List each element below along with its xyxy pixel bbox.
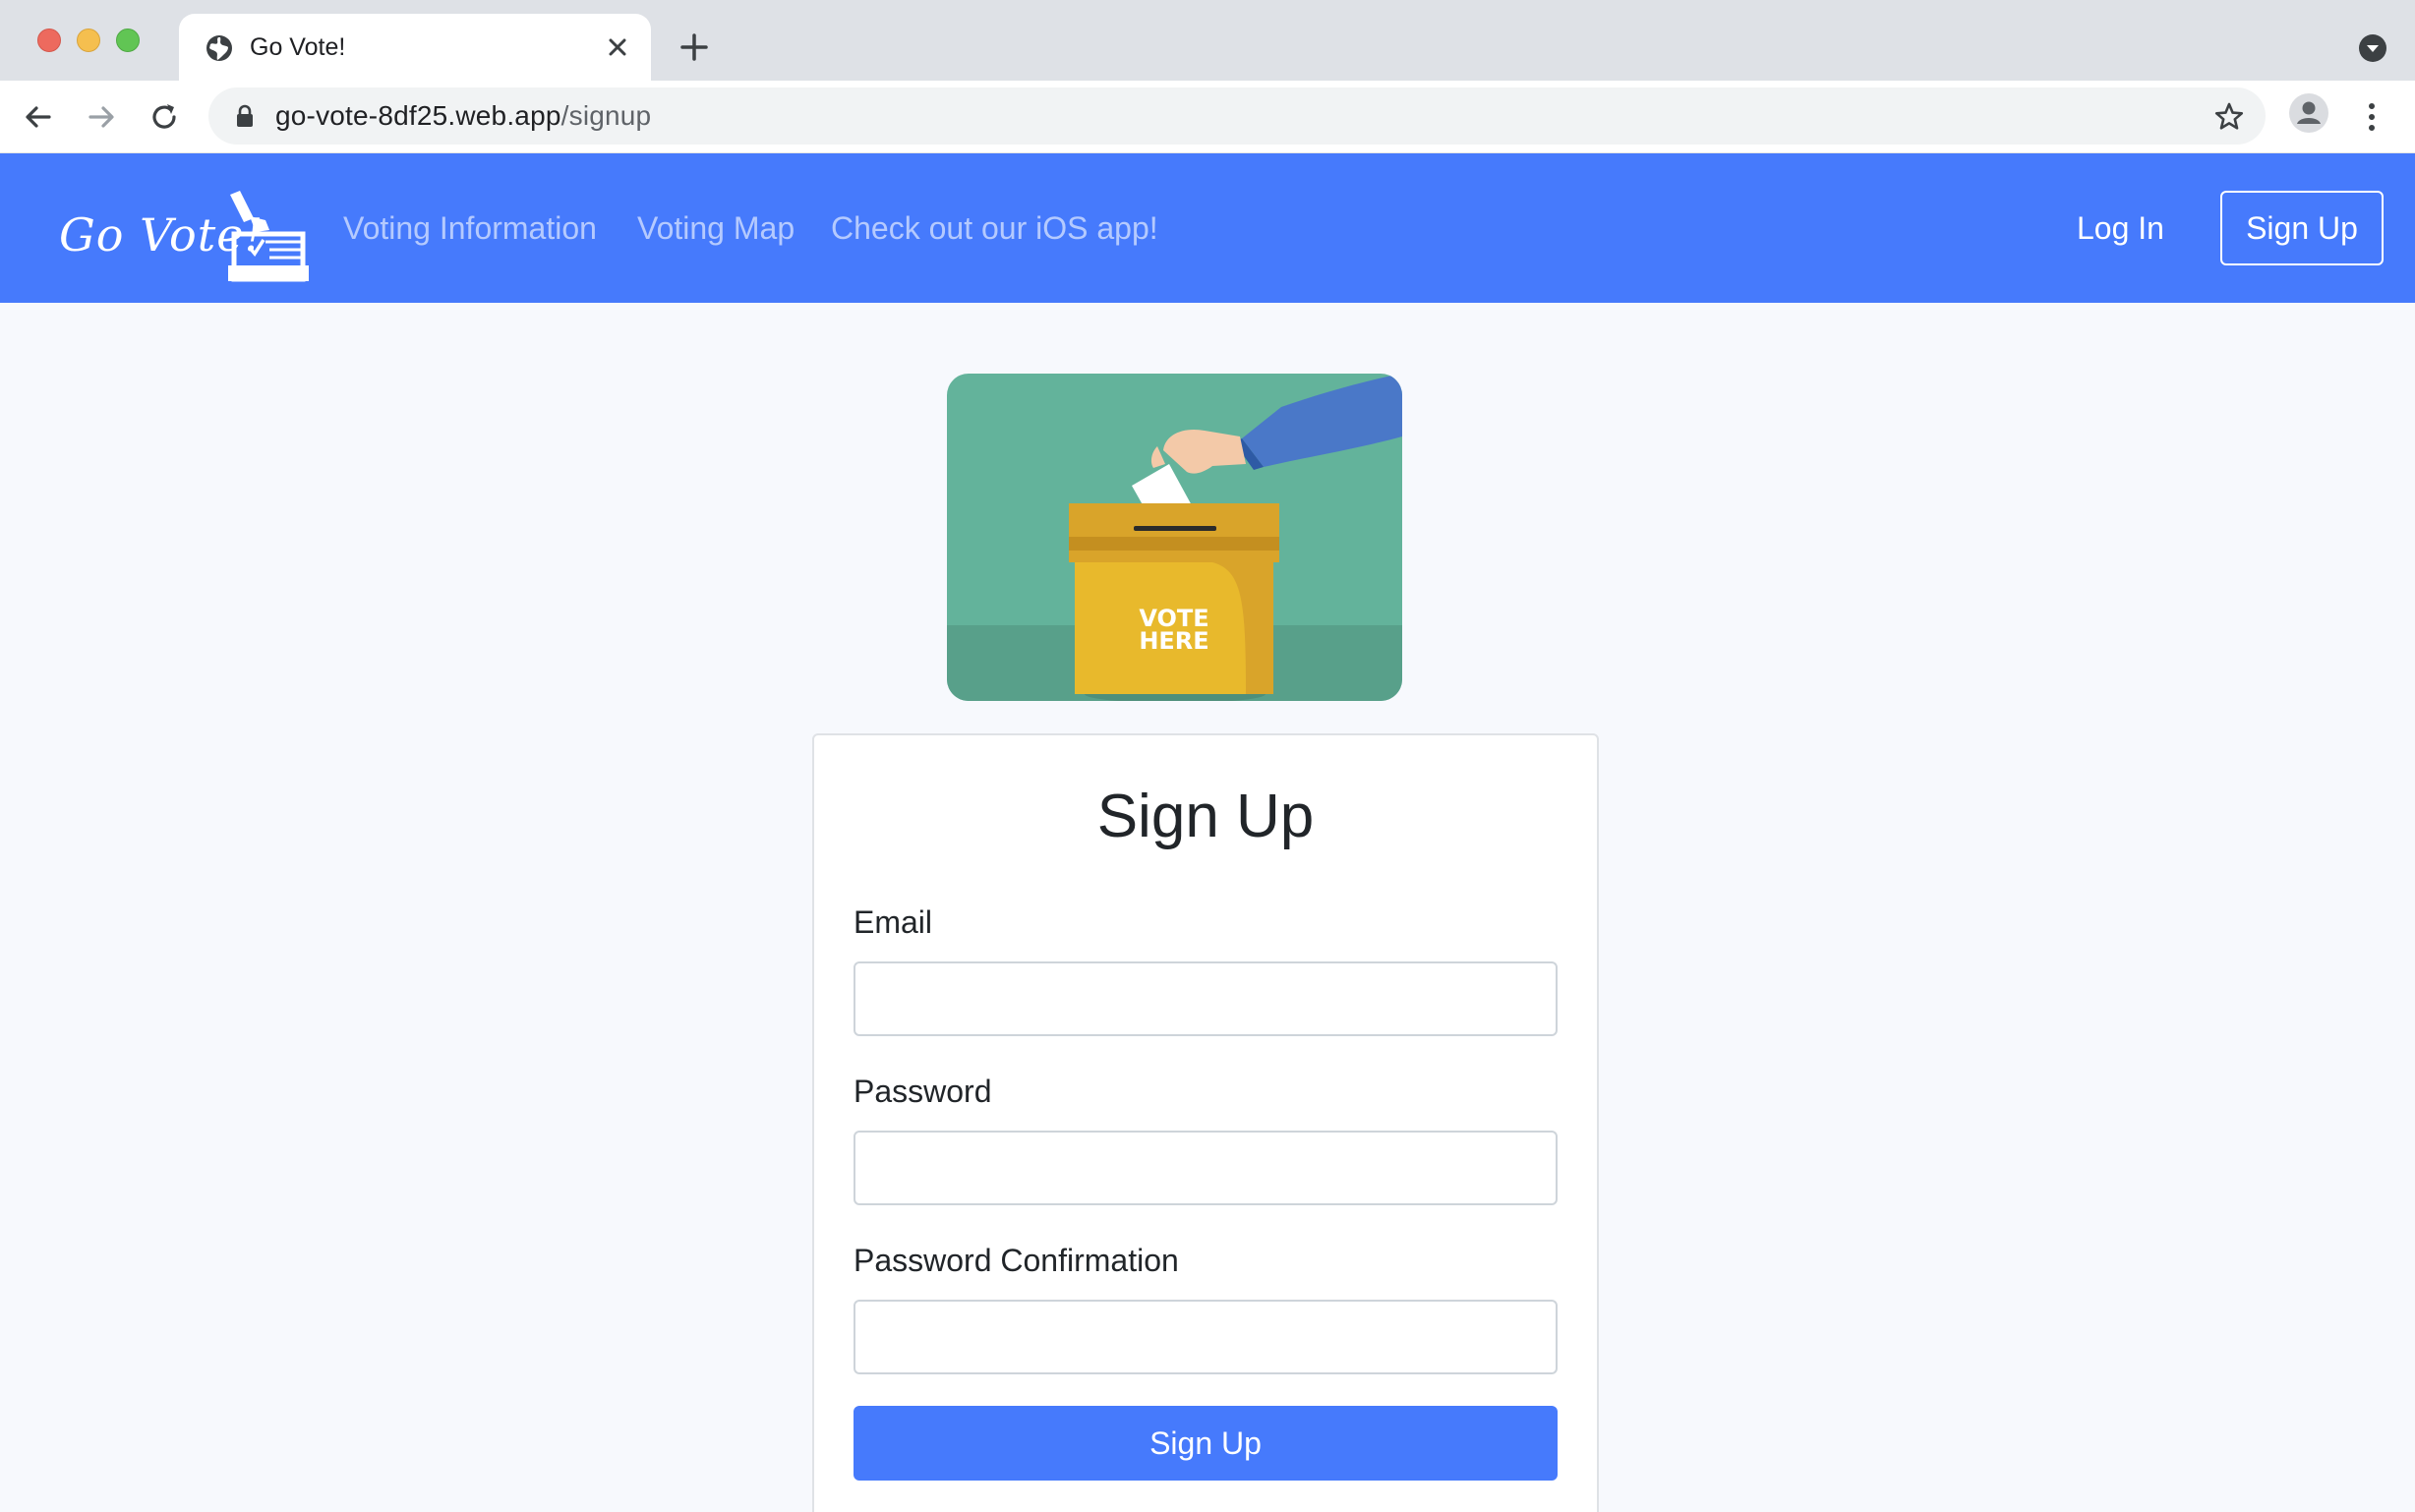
tab-search-icon[interactable] — [2358, 33, 2387, 63]
profile-avatar-icon[interactable] — [2287, 91, 2330, 135]
browser-menu-icon[interactable] — [2356, 97, 2387, 137]
login-link[interactable]: Log In — [2077, 208, 2164, 248]
reload-icon[interactable] — [146, 98, 183, 136]
email-field[interactable] — [854, 961, 1558, 1036]
minimize-window-button[interactable] — [77, 29, 100, 52]
new-tab-icon[interactable] — [678, 31, 710, 63]
nav-signup-button[interactable]: Sign Up — [2220, 191, 2384, 265]
back-arrow-icon[interactable] — [20, 98, 57, 136]
maximize-window-button[interactable] — [116, 29, 140, 52]
site-navbar: Go Vote! Voting Information Voting Map C… — [0, 153, 2415, 303]
email-label: Email — [854, 904, 933, 940]
vote-box-text-line2: HERE — [1139, 627, 1208, 655]
signup-submit-button[interactable]: Sign Up — [854, 1406, 1558, 1481]
password-field[interactable] — [854, 1131, 1558, 1205]
url-host: go-vote-8df25.web.app — [275, 100, 561, 131]
close-tab-icon[interactable] — [604, 33, 631, 61]
bookmark-star-icon[interactable] — [2212, 100, 2246, 134]
vote-illustration: VOTE HERE — [947, 374, 1402, 701]
address-bar[interactable]: go-vote-8df25.web.app/signup — [208, 87, 2266, 145]
browser-tab[interactable]: Go Vote! — [179, 14, 651, 81]
password-confirmation-field[interactable] — [854, 1300, 1558, 1374]
brand-link[interactable]: Go Vote! — [59, 189, 315, 282]
ballot-box-illustration: VOTE HERE — [947, 374, 1402, 701]
nav-link-voting-map[interactable]: Voting Map — [637, 208, 795, 248]
globe-icon — [206, 35, 232, 61]
signup-card: Sign Up Email Password Password Confirma… — [812, 733, 1599, 1512]
url-text[interactable]: go-vote-8df25.web.app/signup — [275, 100, 651, 132]
url-path: /signup — [560, 100, 652, 131]
browser-tab-strip: Go Vote! — [0, 0, 2415, 81]
browser-toolbar: go-vote-8df25.web.app/signup — [0, 81, 2415, 153]
lock-icon[interactable] — [234, 104, 256, 128]
close-window-button[interactable] — [37, 29, 61, 52]
tab-title: Go Vote! — [250, 33, 346, 61]
ballot-box-logo-icon — [228, 191, 309, 282]
password-label: Password — [854, 1074, 992, 1109]
signup-title: Sign Up — [1096, 783, 1315, 850]
nav-link-voting-information[interactable]: Voting Information — [343, 208, 597, 248]
forward-arrow-icon[interactable] — [83, 98, 120, 136]
nav-link-ios-app[interactable]: Check out our iOS app! — [831, 208, 1158, 248]
password-confirmation-label: Password Confirmation — [854, 1243, 1179, 1278]
